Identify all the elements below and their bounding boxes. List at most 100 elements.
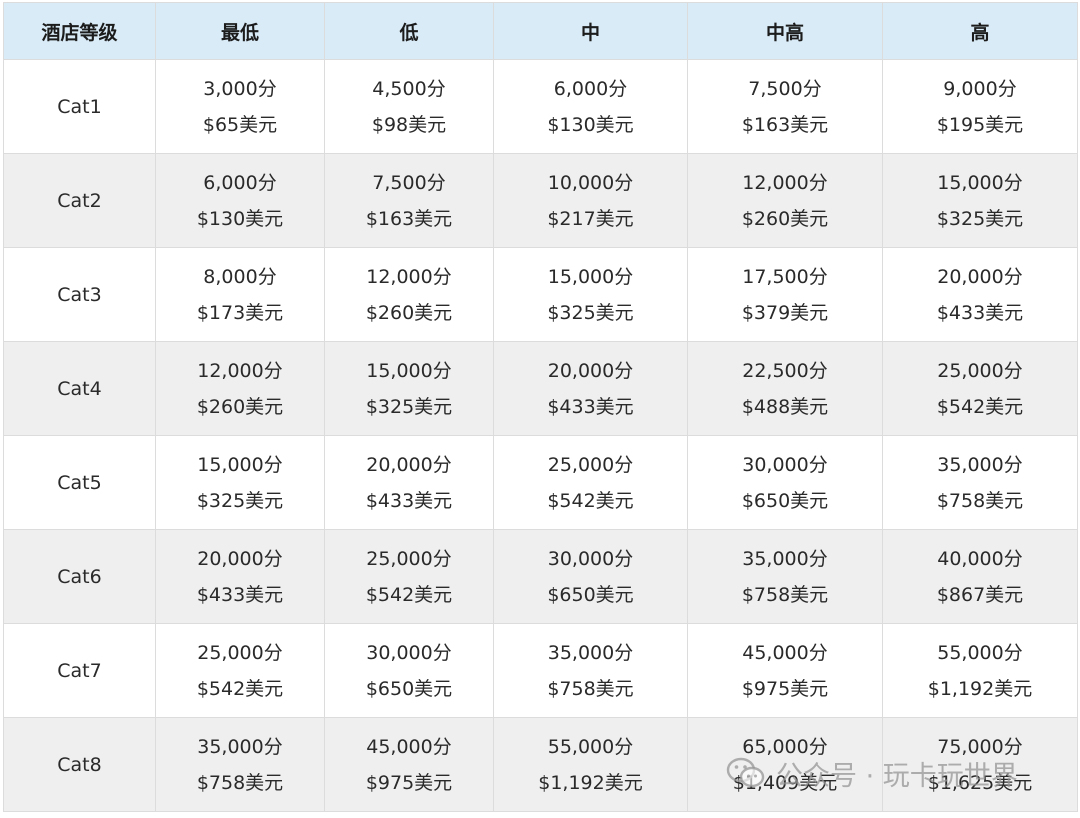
usd-value: $379美元 <box>741 301 829 324</box>
table-row: Cat5 15,000分 $325美元 20,000分 $433美元 25,000分 $54… <box>3 435 1078 530</box>
points-value: 55,000分 <box>547 735 634 758</box>
points-value: 7,500分 <box>372 171 446 194</box>
rate-cell: 25,000分 $542美元 <box>324 529 494 624</box>
rate-cell: 12,000分 $260美元 <box>324 247 494 342</box>
points-value: 45,000分 <box>366 735 452 758</box>
points-value: 12,000分 <box>742 171 828 194</box>
rate-cell: 30,000分 $650美元 <box>493 529 688 624</box>
usd-value: $325美元 <box>365 395 453 418</box>
usd-value: $325美元 <box>196 489 284 512</box>
rate-cell: 45,000分 $975美元 <box>324 717 494 812</box>
points-value: 17,500分 <box>742 265 828 288</box>
rate-cell: 4,500分 $98美元 <box>324 59 494 154</box>
points-value: 15,000分 <box>547 265 634 288</box>
points-value: 25,000分 <box>197 641 283 664</box>
points-value: 55,000分 <box>937 641 1023 664</box>
points-value: 15,000分 <box>937 171 1023 194</box>
rate-cell: 3,000分 $65美元 <box>155 59 325 154</box>
points-value: 30,000分 <box>742 453 828 476</box>
header-row: 酒店等级 最低 低 中 中高 高 <box>3 2 1078 60</box>
rate-cell: 35,000分 $758美元 <box>882 435 1078 530</box>
row-category: Cat3 <box>3 247 156 342</box>
table-row: Cat6 20,000分 $433美元 25,000分 $542美元 30,000分 $65… <box>3 529 1078 624</box>
table-body: Cat1 3,000分 $65美元 4,500分 $98美元 6,000分 $130美元 7,… <box>3 59 1078 812</box>
rate-cell: 10,000分 $217美元 <box>493 153 688 248</box>
rate-cell: 25,000分 $542美元 <box>493 435 688 530</box>
rate-cell: 30,000分 $650美元 <box>324 623 494 718</box>
usd-value: $758美元 <box>936 489 1024 512</box>
points-value: 35,000分 <box>937 453 1023 476</box>
points-value: 75,000分 <box>937 735 1023 758</box>
points-value: 25,000分 <box>547 453 634 476</box>
points-value: 10,000分 <box>547 171 634 194</box>
table-header: 酒店等级 最低 低 中 中高 高 <box>3 2 1078 60</box>
points-value: 20,000分 <box>937 265 1023 288</box>
rate-cell: 75,000分 $1,625美元 <box>882 717 1078 812</box>
points-value: 20,000分 <box>197 547 283 570</box>
usd-value: $325美元 <box>936 207 1024 230</box>
points-value: 45,000分 <box>742 641 828 664</box>
points-value: 20,000分 <box>366 453 452 476</box>
rate-cell: 20,000分 $433美元 <box>324 435 494 530</box>
usd-value: $542美元 <box>196 677 284 700</box>
usd-value: $758美元 <box>547 677 634 700</box>
rate-cell: 35,000分 $758美元 <box>493 623 688 718</box>
rate-cell: 45,000分 $975美元 <box>687 623 883 718</box>
header-lowest: 最低 <box>155 2 325 60</box>
table-row: Cat4 12,000分 $260美元 15,000分 $325美元 20,000分 $43… <box>3 341 1078 436</box>
rate-cell: 15,000分 $325美元 <box>882 153 1078 248</box>
rate-cell: 15,000分 $325美元 <box>324 341 494 436</box>
usd-value: $758美元 <box>741 583 829 606</box>
rate-cell: 6,000分 $130美元 <box>493 59 688 154</box>
usd-value: $98美元 <box>371 113 447 136</box>
usd-value: $130美元 <box>547 113 634 136</box>
usd-value: $542美元 <box>547 489 634 512</box>
usd-value: $130美元 <box>196 207 284 230</box>
row-category: Cat2 <box>3 153 156 248</box>
points-value: 6,000分 <box>553 77 628 100</box>
points-value: 15,000分 <box>197 453 283 476</box>
table-row: Cat8 35,000分 $758美元 45,000分 $975美元 55,000分 $1,… <box>3 717 1078 812</box>
row-category: Cat1 <box>3 59 156 154</box>
row-category: Cat8 <box>3 717 156 812</box>
points-value: 35,000分 <box>197 735 283 758</box>
rate-cell: 20,000分 $433美元 <box>155 529 325 624</box>
points-value: 4,500分 <box>372 77 446 100</box>
rate-cell: 15,000分 $325美元 <box>155 435 325 530</box>
rate-cell: 22,500分 $488美元 <box>687 341 883 436</box>
rate-cell: 65,000分 $1,409美元 <box>687 717 883 812</box>
usd-value: $433美元 <box>547 395 634 418</box>
rate-cell: 35,000分 $758美元 <box>687 529 883 624</box>
usd-value: $163美元 <box>741 113 829 136</box>
points-value: 6,000分 <box>203 171 277 194</box>
usd-value: $1,409美元 <box>732 771 838 794</box>
points-value: 35,000分 <box>742 547 828 570</box>
table-row: Cat1 3,000分 $65美元 4,500分 $98美元 6,000分 $130美元 7,… <box>3 59 1078 154</box>
points-value: 65,000分 <box>742 735 828 758</box>
usd-value: $542美元 <box>936 395 1024 418</box>
usd-value: $173美元 <box>196 301 284 324</box>
points-value: 15,000分 <box>366 359 452 382</box>
points-value: 35,000分 <box>547 641 634 664</box>
points-value: 20,000分 <box>547 359 634 382</box>
table-row: Cat2 6,000分 $130美元 7,500分 $163美元 10,000分 $217美… <box>3 153 1078 248</box>
usd-value: $650美元 <box>365 677 453 700</box>
points-value: 8,000分 <box>203 265 277 288</box>
points-value: 9,000分 <box>943 77 1017 100</box>
row-category: Cat5 <box>3 435 156 530</box>
usd-value: $260美元 <box>741 207 829 230</box>
usd-value: $433美元 <box>365 489 453 512</box>
points-value: 25,000分 <box>937 359 1023 382</box>
points-value: 30,000分 <box>366 641 452 664</box>
rate-cell: 55,000分 $1,192美元 <box>493 717 688 812</box>
usd-value: $163美元 <box>365 207 453 230</box>
rate-cell: 25,000分 $542美元 <box>882 341 1078 436</box>
header-mid: 中 <box>493 2 688 60</box>
points-value: 30,000分 <box>547 547 634 570</box>
row-category: Cat6 <box>3 529 156 624</box>
row-category: Cat4 <box>3 341 156 436</box>
hotel-rates-table: 酒店等级 最低 低 中 中高 高 Cat1 3,000分 $65美元 4,500分 $9… <box>3 2 1078 812</box>
points-value: 12,000分 <box>197 359 283 382</box>
usd-value: $260美元 <box>196 395 284 418</box>
usd-value: $758美元 <box>196 771 284 794</box>
